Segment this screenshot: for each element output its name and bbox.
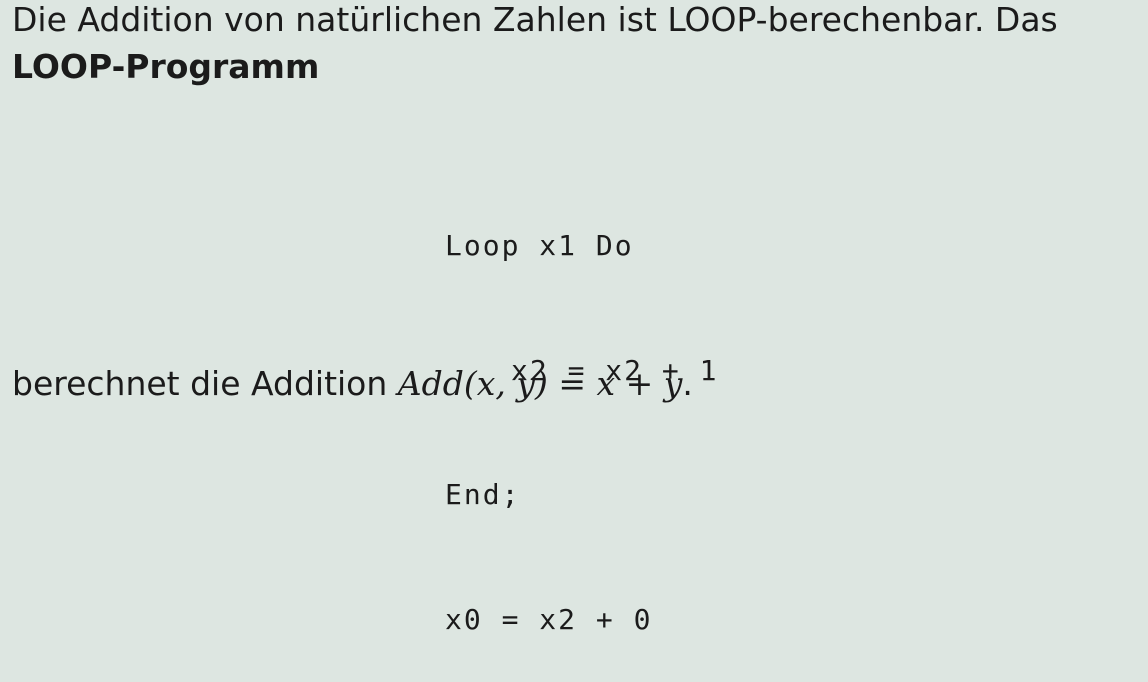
conclusion-period: .	[682, 364, 693, 403]
code-line-loop: Loop x1 Do	[445, 229, 634, 262]
loop-programm-heading: LOOP-Programm	[12, 47, 320, 86]
addition-formula: Add(x, y) = x + y	[397, 364, 683, 403]
intro-text-line: Die Addition von natürlichen Zahlen ist …	[12, 0, 1058, 39]
code-line-end: End;	[445, 478, 521, 511]
loop-program-code: Loop x1 Do x2 = x2 + 1 End; x0 = x2 + 0	[445, 142, 718, 682]
code-line-assign: x0 = x2 + 0	[445, 602, 653, 636]
conclusion-text: berechnet die Addition Add(x, y) = x + y…	[12, 364, 693, 404]
conclusion-prefix: berechnet die Addition	[12, 364, 398, 403]
